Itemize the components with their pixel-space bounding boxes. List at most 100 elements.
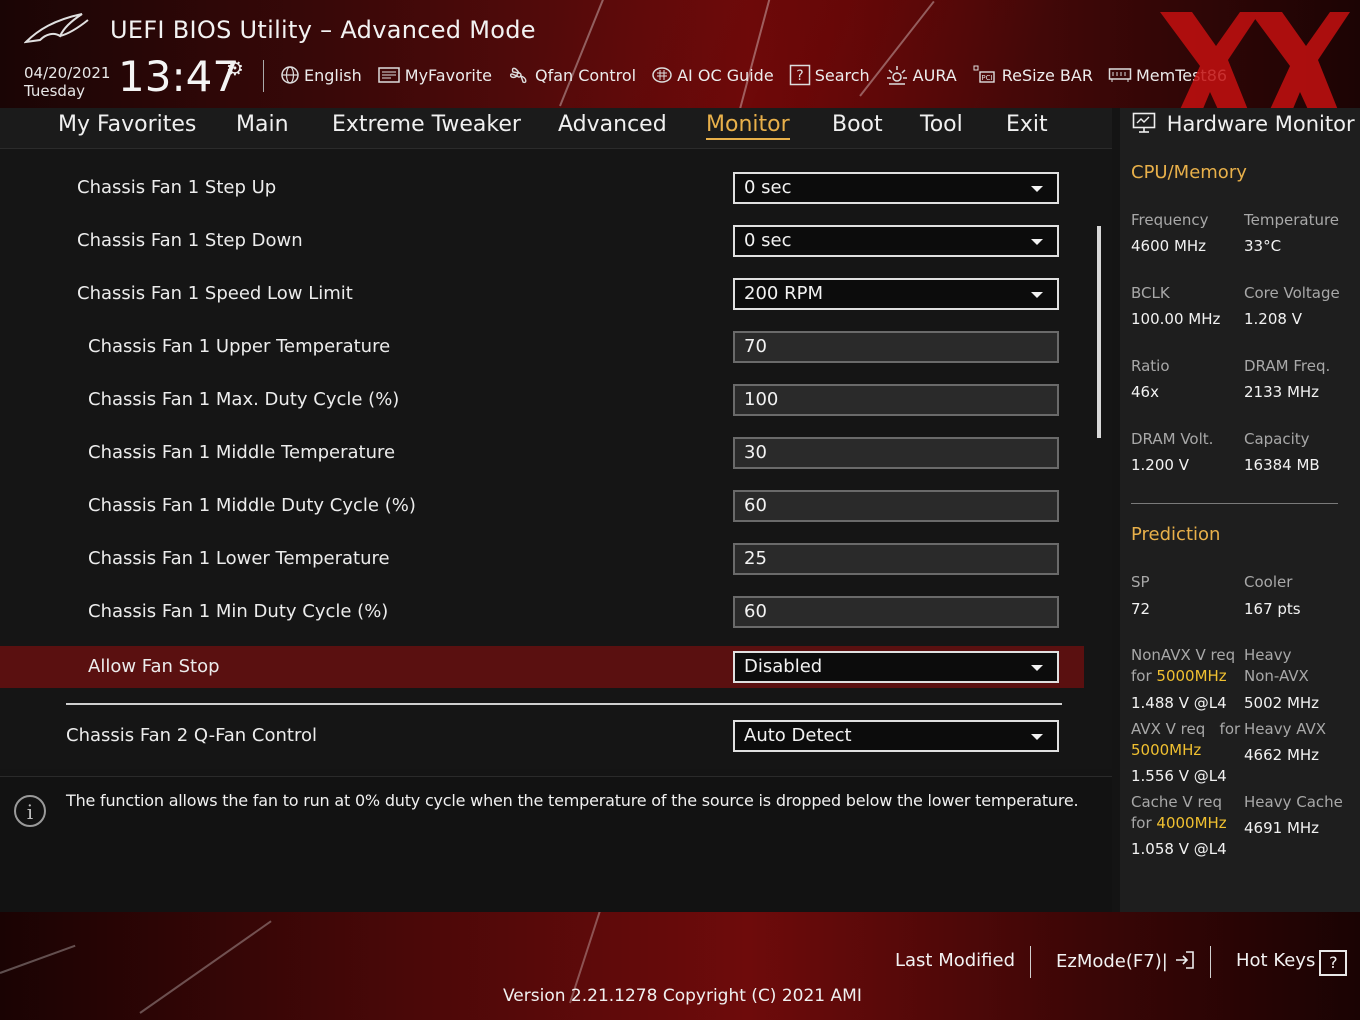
setting-row-selected[interactable]: Allow Fan Stop Disabled: [0, 646, 1084, 688]
avx-freq: 5000MHz: [1131, 741, 1202, 759]
setting-label: Chassis Fan 1 Step Up: [77, 177, 277, 198]
dram-volt-label: DRAM Volt.: [1131, 430, 1214, 448]
heavy-nonavx-label-1: Heavy: [1244, 646, 1292, 664]
tab-my-favorites[interactable]: My Favorites: [58, 112, 196, 137]
avx-voltage: 1.556 V @L4: [1131, 767, 1227, 785]
setting-row[interactable]: Chassis Fan 1 Step Up 0 sec: [0, 167, 1084, 209]
ezmode-button[interactable]: EzMode(F7)|: [1056, 950, 1196, 972]
setting-dropdown[interactable]: Auto Detect: [733, 720, 1059, 752]
date-text: 04/20/2021: [24, 64, 111, 82]
tab-boot[interactable]: Boot: [832, 112, 883, 137]
setting-number-input[interactable]: 30: [733, 437, 1059, 469]
scrollbar-thumb[interactable]: [1097, 226, 1101, 438]
setting-row[interactable]: Chassis Fan 1 Step Down 0 sec: [0, 220, 1084, 262]
memtest-icon: [1108, 68, 1132, 82]
setting-dropdown[interactable]: Disabled: [733, 651, 1059, 683]
footer-separator: [1210, 946, 1211, 978]
dropdown-value: Auto Detect: [744, 725, 852, 746]
aura-button[interactable]: AURA: [885, 64, 957, 86]
search-icon: ?: [789, 64, 810, 86]
dram-freq-value: 2133 MHz: [1244, 383, 1320, 401]
setting-row[interactable]: Chassis Fan 1 Speed Low Limit 200 RPM: [0, 273, 1084, 315]
tab-extreme-tweaker[interactable]: Extreme Tweaker: [332, 112, 521, 137]
myfavorite-button[interactable]: MyFavorite: [377, 65, 492, 85]
setting-dropdown[interactable]: 0 sec: [733, 225, 1059, 257]
setting-number-input[interactable]: 25: [733, 543, 1059, 575]
setting-row[interactable]: Chassis Fan 1 Min Duty Cycle (%) 60: [0, 591, 1084, 633]
version-text: Version 2.21.1278 Copyright (C) 2021 AMI: [503, 986, 862, 1006]
settings-panel: Chassis Fan 1 Step Up 0 sec Chassis Fan …: [0, 149, 1112, 769]
dram-volt-value: 1.200 V: [1131, 456, 1189, 474]
tab-monitor[interactable]: Monitor: [706, 112, 790, 140]
setting-number-input[interactable]: 70: [733, 331, 1059, 363]
setting-label: Chassis Fan 1 Middle Temperature: [88, 442, 396, 463]
for-word: for: [1131, 667, 1152, 685]
ai-oc-guide-button[interactable]: AI OC Guide: [651, 65, 774, 85]
hot-keys-button[interactable]: Hot Keys?: [1236, 950, 1348, 976]
setting-row[interactable]: Chassis Fan 1 Middle Temperature 30: [0, 432, 1084, 474]
avx-vreq-label: AVX V req for: [1131, 720, 1240, 738]
input-value: 60: [744, 601, 767, 622]
qfan-control-button[interactable]: Qfan Control: [507, 64, 636, 86]
setting-label: Chassis Fan 1 Max. Duty Cycle (%): [88, 389, 400, 410]
tab-advanced[interactable]: Advanced: [558, 112, 667, 137]
heavy-nonavx-value: 5002 MHz: [1244, 694, 1320, 712]
setting-row[interactable]: Chassis Fan 2 Q-Fan Control Auto Detect: [0, 715, 1084, 757]
setting-label: Chassis Fan 1 Speed Low Limit: [77, 283, 353, 304]
heavy-cache-label: Heavy Cache: [1244, 793, 1343, 811]
frequency-value: 4600 MHz: [1131, 237, 1207, 255]
tab-main[interactable]: Main: [236, 112, 289, 137]
help-key-icon: ?: [1319, 950, 1348, 976]
setting-number-input[interactable]: 100: [733, 384, 1059, 416]
tab-exit[interactable]: Exit: [1006, 112, 1048, 137]
gear-icon[interactable]: ⚙: [226, 56, 244, 80]
rog-logo-icon: [24, 13, 89, 44]
resize-bar-icon: PCI: [973, 65, 995, 83]
svg-text:?: ?: [796, 68, 803, 84]
date-display: 04/20/2021 Tuesday: [24, 64, 110, 100]
info-icon: i: [14, 795, 46, 827]
setting-row[interactable]: Chassis Fan 1 Middle Duty Cycle (%) 60: [0, 485, 1084, 527]
dropdown-value: Disabled: [744, 656, 823, 677]
bclk-label: BCLK: [1131, 284, 1170, 302]
aura-icon: [886, 66, 907, 85]
avx-label-text: AVX V req: [1131, 720, 1206, 738]
temperature-label: Temperature: [1244, 211, 1340, 229]
main-nav: My Favorites Main Extreme Tweaker Advanc…: [0, 108, 1112, 149]
cooler-label: Cooler: [1244, 573, 1293, 591]
cooler-value: 167 pts: [1244, 600, 1301, 618]
language-button[interactable]: English: [280, 65, 362, 85]
chevron-down-icon: [1031, 239, 1043, 245]
setting-row[interactable]: Chassis Fan 1 Upper Temperature 70: [0, 326, 1084, 368]
capacity-label: Capacity: [1244, 430, 1310, 448]
prediction-heading: Prediction: [1131, 524, 1221, 545]
cache-for-word: for: [1131, 814, 1152, 832]
decorative-streak: [0, 944, 76, 974]
setting-dropdown[interactable]: 200 RPM: [733, 278, 1059, 310]
tab-tool[interactable]: Tool: [920, 112, 963, 137]
cache-vreq-label: Cache V req: [1131, 793, 1223, 811]
setting-label: Chassis Fan 1 Step Down: [77, 230, 303, 251]
input-value: 30: [744, 442, 767, 463]
setting-label: Chassis Fan 1 Lower Temperature: [88, 548, 390, 569]
chevron-down-icon: [1031, 292, 1043, 298]
setting-row[interactable]: Chassis Fan 1 Max. Duty Cycle (%) 100: [0, 379, 1084, 421]
nonavx-voltage: 1.488 V @L4: [1131, 694, 1227, 712]
setting-number-input[interactable]: 60: [733, 490, 1059, 522]
cache-freq: 4000MHz: [1156, 814, 1227, 832]
monitor-icon: [1132, 112, 1156, 133]
input-value: 25: [744, 548, 767, 569]
capacity-value: 16384 MB: [1244, 456, 1320, 474]
heavy-cache-value: 4691 MHz: [1244, 819, 1320, 837]
resize-bar-button[interactable]: PCI ReSize BAR: [972, 64, 1093, 86]
help-panel: i The function allows the fan to run at …: [0, 776, 1112, 913]
frequency-label: Frequency: [1131, 211, 1209, 229]
dram-freq-label: DRAM Freq.: [1244, 357, 1331, 375]
ai-oc-guide-label: AI OC Guide: [677, 65, 774, 85]
search-button[interactable]: ? Search: [789, 64, 870, 86]
setting-number-input[interactable]: 60: [733, 596, 1059, 628]
temperature-value: 33°C: [1244, 237, 1282, 255]
last-modified-button[interactable]: Last Modified: [895, 950, 1015, 971]
setting-row[interactable]: Chassis Fan 1 Lower Temperature 25: [0, 538, 1084, 580]
setting-dropdown[interactable]: 0 sec: [733, 172, 1059, 204]
